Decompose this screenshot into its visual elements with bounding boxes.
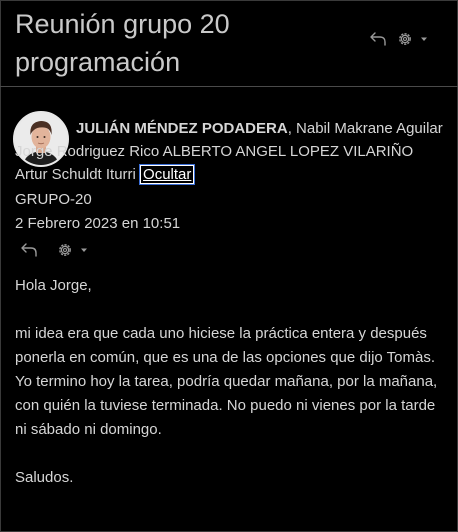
recipient-group[interactable]: GRUPO-20 bbox=[15, 189, 92, 211]
header-divider bbox=[0, 86, 458, 87]
header-actions bbox=[368, 27, 429, 51]
message-closing: Saludos. bbox=[15, 469, 74, 486]
hide-recipients-link[interactable]: Ocultar bbox=[139, 164, 196, 185]
message-actions bbox=[20, 239, 89, 261]
message-greeting: Hola Jorge, bbox=[15, 277, 92, 294]
email-subject: Reunión grupo 20 programación bbox=[15, 9, 230, 77]
sender-name[interactable]: JULIÁN MÉNDEZ PODADERA bbox=[76, 120, 288, 137]
gear-icon bbox=[399, 33, 411, 45]
chevron-down-icon bbox=[421, 37, 427, 41]
reply-button[interactable] bbox=[368, 28, 390, 50]
recipients-line: JULIÁN MÉNDEZ PODADERA, Nabil Makrane Ag… bbox=[15, 117, 445, 186]
reply-icon bbox=[21, 243, 37, 257]
settings-menu-button[interactable] bbox=[396, 30, 429, 48]
message-settings-button[interactable] bbox=[56, 241, 89, 259]
reply-icon bbox=[370, 32, 386, 46]
chevron-down-icon bbox=[81, 248, 87, 252]
message-date: 2 Febrero 2023 en 10:51 bbox=[15, 215, 181, 232]
message-paragraph: mi idea era que cada uno hiciese la prác… bbox=[15, 325, 438, 438]
gear-icon bbox=[59, 244, 71, 256]
message-reply-button[interactable] bbox=[20, 240, 40, 260]
